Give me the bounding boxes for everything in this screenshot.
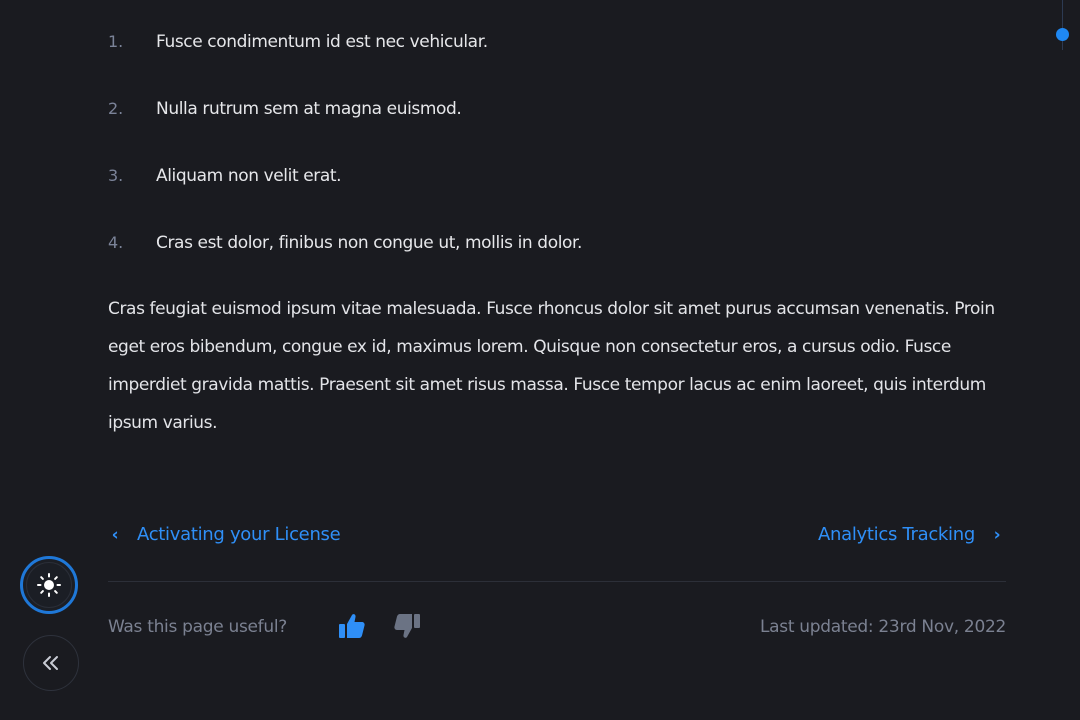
list-item-text: Aliquam non velit erat. (156, 166, 342, 186)
body-paragraph: Cras feugiat euismod ipsum vitae malesua… (108, 299, 995, 433)
next-page-label: Analytics Tracking (818, 524, 975, 545)
list-item-text: Fusce condimentum id est nec vehicular. (156, 32, 488, 52)
chevron-left-icon: ‹ (111, 525, 119, 545)
thumbs-down-button[interactable] (393, 612, 425, 642)
theme-toggle-button[interactable] (20, 556, 78, 614)
prev-page-label: Activating your License (137, 524, 341, 545)
sun-icon (37, 573, 61, 597)
divider (108, 581, 1006, 582)
docs-page: 1. Fusce condimentum id est nec vehicula… (0, 0, 1080, 720)
thumbs-up-icon (339, 614, 365, 638)
feedback-question: Was this page useful? (108, 617, 287, 637)
scroll-progress-indicator[interactable] (1056, 28, 1069, 41)
list-item-number: 2. (108, 99, 124, 118)
thumbs-down-icon (394, 614, 420, 638)
list-item-text: Nulla rutrum sem at magna euismod. (156, 99, 462, 119)
collapse-sidebar-button[interactable] (23, 635, 79, 691)
thumbs-up-button[interactable] (336, 612, 368, 642)
last-updated: Last updated: 23rd Nov, 2022 (759, 617, 1006, 637)
prev-page-link[interactable]: ‹ Activating your License (106, 518, 341, 552)
double-chevron-left-icon (43, 656, 58, 670)
list-item-number: 1. (108, 32, 124, 51)
scroll-progress-track (1062, 0, 1063, 50)
chevron-right-icon: › (993, 525, 1001, 545)
list-item-text: Cras est dolor, finibus non congue ut, m… (156, 233, 583, 253)
list-item-number: 3. (108, 166, 124, 185)
next-page-link[interactable]: Analytics Tracking › (818, 518, 1006, 552)
list-item-number: 4. (108, 233, 124, 252)
